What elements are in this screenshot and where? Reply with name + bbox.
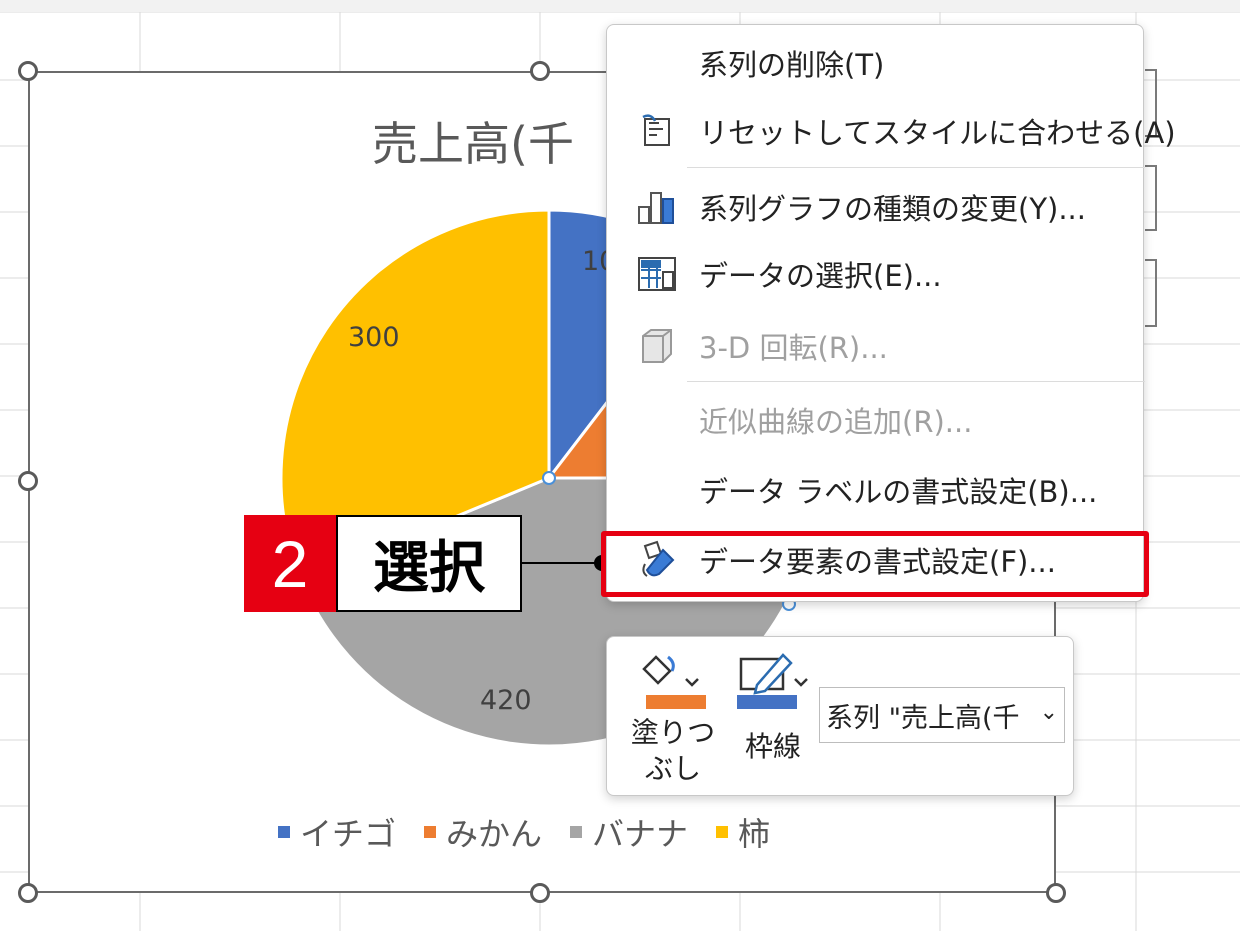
series-select-value: 系列 "売上高(千 [826,702,1020,734]
resize-handle-top[interactable] [530,61,550,81]
resize-handle-top-left[interactable] [18,61,38,81]
cube-icon [637,326,677,366]
legend-label: 柿 [738,815,771,853]
fill-bucket-icon [642,655,706,709]
legend-swatch [570,826,583,838]
menu-item-reset-style[interactable]: リセットしてスタイルに合わせる(A) [607,102,1176,160]
menu-item-select-data[interactable]: データの選択(E)... [607,245,1145,303]
bar-chart-icon [637,187,677,227]
legend-swatch [278,826,290,838]
select-data-icon [637,254,677,294]
callout-connector [522,562,602,564]
legend-item[interactable]: バナナ [570,809,688,855]
legend-label: バナナ [592,815,689,853]
reset-style-icon [637,111,677,151]
highlight-frame [601,531,1149,597]
selection-handle[interactable] [542,471,556,485]
menu-item-delete-series[interactable]: 系列の削除(T) [607,34,1145,92]
menu-item-label: リセットしてスタイルに合わせる(A) [699,116,1176,150]
menu-item-label: 系列の削除(T) [699,48,885,82]
menu-item-label: 3-D 回転(R)... [699,331,888,365]
step-instruction: 選択 [336,515,522,612]
menu-item-label: データ ラベルの書式設定(B)... [699,475,1098,509]
resize-handle-bottom-left[interactable] [18,883,38,903]
data-label-banana[interactable]: 420 [480,685,532,716]
resize-handle-bottom-right[interactable] [1046,883,1066,903]
legend-item[interactable]: みかん [424,809,542,855]
menu-item-format-data-labels[interactable]: データ ラベルの書式設定(B)... [607,461,1145,519]
menu-separator [687,167,1145,168]
chevron-down-icon: ⌄ [1039,700,1058,725]
legend-swatch [716,826,729,838]
outline-button[interactable]: 枠線 [731,651,815,765]
menu-item-label: データの選択(E)... [699,259,942,293]
outline-label: 枠線 [744,730,801,763]
legend-item[interactable]: 柿 [716,809,770,855]
resize-handle-left[interactable] [18,471,38,491]
context-menu: 系列の削除(T) リセットしてスタイルに合わせる(A) 系列グラフの種類の変更(… [606,24,1176,602]
fill-button[interactable]: 塗りつ ぶし [625,651,721,787]
menu-item-label: 系列グラフの種類の変更(Y)... [699,192,1086,226]
legend-label: みかん [446,815,543,853]
menu-item-3d-rotation[interactable]: 3-D 回転(R)... [607,317,1145,375]
legend-swatch [424,826,437,838]
menu-item-change-chart-type[interactable]: 系列グラフの種類の変更(Y)... [607,178,1145,236]
menu-item-add-trendline[interactable]: 近似曲線の追加(R)... [607,391,1145,449]
mini-toolbar: 塗りつ ぶし 枠線 系列 "売上高(千 ⌄ [606,636,1074,796]
resize-handle-bottom[interactable] [530,883,550,903]
legend-item[interactable]: イチゴ [278,809,396,855]
fill-label-line2: ぶし [644,752,701,785]
pencil-outline-icon [737,653,808,709]
menu-item-label: 近似曲線の追加(R)... [699,405,973,439]
series-select[interactable]: 系列 "売上高(千 ⌄ [819,687,1065,743]
menu-separator [687,381,1145,382]
fill-label: 塗りつ [630,716,716,749]
chart-legend[interactable]: イチゴ みかん バナナ 柿 [278,809,798,855]
data-label-kaki[interactable]: 300 [348,322,400,353]
step-number-badge: 2 [244,515,336,612]
legend-label: イチゴ [300,815,397,853]
